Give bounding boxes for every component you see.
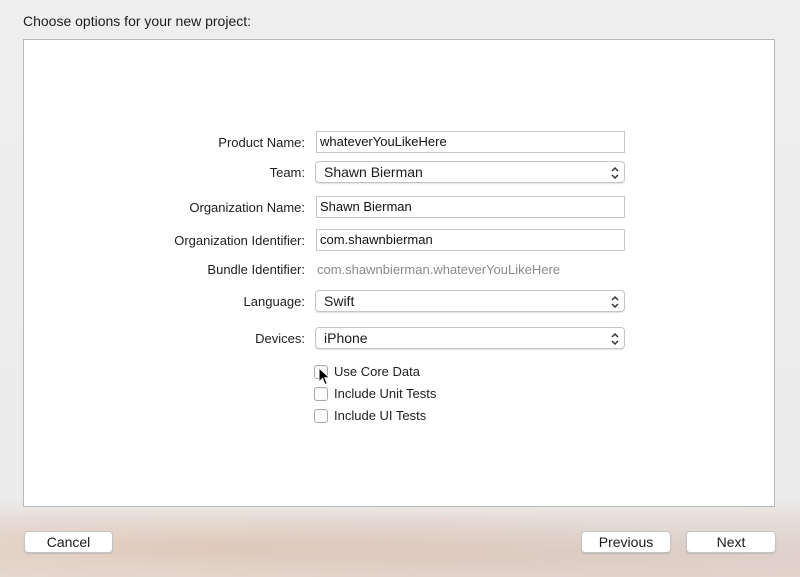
bundle-identifier-label: Bundle Identifier: [207, 262, 305, 277]
team-label: Team: [269, 165, 305, 180]
product-name-label: Product Name: [218, 135, 305, 150]
devices-value: iPhone [324, 330, 368, 346]
new-project-sheet: Choose options for your new project: Pro… [0, 0, 800, 577]
up-down-chevron-icon [611, 166, 619, 180]
team-value: Shawn Bierman [324, 164, 423, 180]
language-label: Language: [243, 294, 305, 309]
product-name-field[interactable]: whateverYouLikeHere [316, 131, 625, 153]
organization-name-field[interactable]: Shawn Bierman [316, 196, 625, 218]
include-ui-tests-checkbox[interactable] [314, 409, 328, 423]
include-ui-tests-label: Include UI Tests [334, 408, 427, 423]
include-unit-tests-label: Include Unit Tests [334, 386, 437, 401]
cancel-button[interactable]: Cancel [24, 531, 113, 553]
organization-name-label: Organization Name: [189, 200, 305, 215]
use-core-data-label: Use Core Data [334, 364, 420, 379]
previous-button[interactable]: Previous [581, 531, 671, 553]
up-down-chevron-icon [611, 295, 619, 309]
organization-identifier-label: Organization Identifier: [174, 233, 305, 248]
mouse-pointer-icon [318, 367, 331, 386]
desktop-background-blur [0, 500, 800, 577]
bundle-identifier-value: com.shawnbierman.whateverYouLikeHere [317, 262, 561, 277]
next-button[interactable]: Next [686, 531, 776, 553]
devices-popup[interactable]: iPhone [315, 327, 625, 349]
sheet-title: Choose options for your new project: [23, 13, 252, 29]
devices-label: Devices: [255, 331, 305, 346]
team-popup[interactable]: Shawn Bierman [315, 161, 625, 183]
language-value: Swift [324, 293, 355, 309]
up-down-chevron-icon [611, 332, 619, 346]
include-unit-tests-checkbox[interactable] [314, 387, 328, 401]
language-popup[interactable]: Swift [315, 290, 625, 312]
organization-identifier-field[interactable]: com.shawnbierman [316, 229, 625, 251]
